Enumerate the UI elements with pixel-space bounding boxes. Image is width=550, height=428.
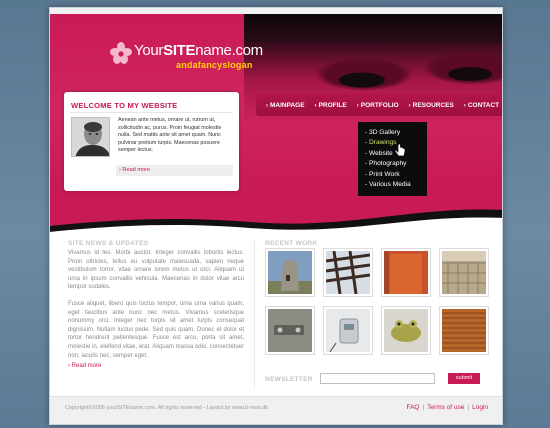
footer-link-faq[interactable]: FAQ (406, 404, 419, 411)
nav-arrow-icon: › (356, 102, 359, 109)
welcome-title: WELCOME TO MY WEBSITE (71, 101, 178, 110)
thumbnail-wooden-beams[interactable] (323, 248, 373, 297)
nav-label: RESOURCES (412, 101, 454, 109)
footer-links: FAQ | Terms of use | Login (406, 404, 488, 411)
dropdown-item-photography[interactable]: - Photography (365, 159, 427, 169)
welcome-readmore-bar: › Read more (116, 165, 233, 176)
metal-hinge-photo-icon (268, 309, 312, 352)
stone-tower-photo-icon (268, 251, 312, 294)
logo-bold: SITE (163, 42, 196, 59)
nav-item-mainpage[interactable]: › MAINPAGE (266, 102, 305, 109)
recent-work-title: RECENT WORK (265, 240, 318, 247)
thumbnail-orange-door[interactable] (381, 248, 431, 297)
orange-door-photo-icon (384, 251, 428, 294)
footer-link-terms[interactable]: Terms of use (427, 404, 464, 411)
man-portrait-icon (72, 118, 109, 156)
nav-label: MAINPAGE (270, 101, 305, 109)
thumbnail-brick-pavement[interactable] (439, 248, 489, 297)
nav-label: PROFILE (318, 101, 347, 109)
thumbnail-electric-meter[interactable] (323, 306, 373, 355)
nav-arrow-icon: › (463, 102, 466, 109)
newsletter-title: NEWSLETTER (265, 376, 313, 383)
nav-label: PORTFOLIO (360, 101, 399, 109)
header-wave-divider (50, 196, 502, 232)
profile-photo (71, 117, 110, 157)
nav-label: CONTACT (467, 101, 500, 109)
nav-item-resources[interactable]: › RESOURCES (409, 102, 454, 109)
column-divider (254, 240, 255, 390)
wooden-beams-photo-icon (326, 251, 370, 294)
footer-separator: | (467, 404, 470, 411)
dropdown-item-various-media[interactable]: - Various Media (365, 180, 427, 190)
page-container: YourSITEname.com andafancyslogan › MAINPA… (49, 7, 503, 425)
divider (70, 112, 233, 113)
dropdown-item-print-work[interactable]: - Print Work (365, 170, 427, 180)
nav-item-portfolio[interactable]: › PORTFOLIO (357, 102, 399, 109)
electric-meter-photo-icon (326, 309, 370, 352)
site-logo-name[interactable]: YourSITEname.com (134, 42, 263, 59)
news-title: SITE NEWS & UPDATES (68, 240, 149, 247)
nav-arrow-icon: › (266, 102, 268, 109)
newsletter-email-input[interactable] (320, 373, 435, 384)
flower-logo-icon (110, 42, 132, 64)
footer-link-login[interactable]: Login (472, 404, 488, 411)
footer-copyright: Copyright©2006 yourSITEname.com. All rig… (65, 405, 269, 411)
main-nav: › MAINPAGE › PROFILE › PORTFOLIO › RESOURCES… (256, 94, 502, 116)
logo-suffix: name.com (195, 42, 263, 59)
brick-pavement-photo-icon (442, 251, 486, 294)
welcome-box: WELCOME TO MY WEBSITE Aenean ante metus,… (64, 92, 239, 191)
nav-item-profile[interactable]: › PROFILE (315, 102, 347, 109)
frog-figurine-photo-icon (384, 309, 428, 352)
thumbnail-window-blinds[interactable] (439, 306, 489, 355)
portfolio-dropdown-menu: - 3D Gallery - Drawings - Website - Phot… (358, 122, 427, 200)
thumbnail-stone-tower[interactable] (265, 248, 315, 297)
news-paragraph-1: Vivamus id leo. Morbi auctor. Integer co… (68, 250, 244, 291)
welcome-read-more-link[interactable]: › Read more (119, 167, 150, 173)
hand-cursor-icon (394, 144, 406, 157)
window-blinds-photo-icon (442, 309, 486, 352)
thumbnail-metal-hinge[interactable] (265, 306, 315, 355)
nav-arrow-icon: › (314, 102, 317, 109)
logo-prefix: Your (134, 42, 164, 59)
news-read-more-link[interactable]: › Read more (68, 363, 101, 369)
footer-separator: | (422, 404, 425, 411)
thumbnail-frog-figurine[interactable] (381, 306, 431, 355)
site-slogan: andafancyslogan (176, 60, 253, 70)
nav-arrow-icon: › (408, 102, 411, 109)
newsletter-submit-button[interactable]: submit (448, 373, 480, 384)
footer: Copyright©2006 yourSITEname.com. All rig… (50, 396, 502, 424)
welcome-text: Aenean ante metus, ornare ut, rutrum ut,… (118, 117, 222, 154)
news-paragraph-2: Fusce aliquet, libero quis luctus tempor… (68, 301, 244, 359)
nav-item-contact[interactable]: › CONTACT (464, 102, 499, 109)
dropdown-item-3d-gallery[interactable]: - 3D Gallery (365, 128, 427, 138)
